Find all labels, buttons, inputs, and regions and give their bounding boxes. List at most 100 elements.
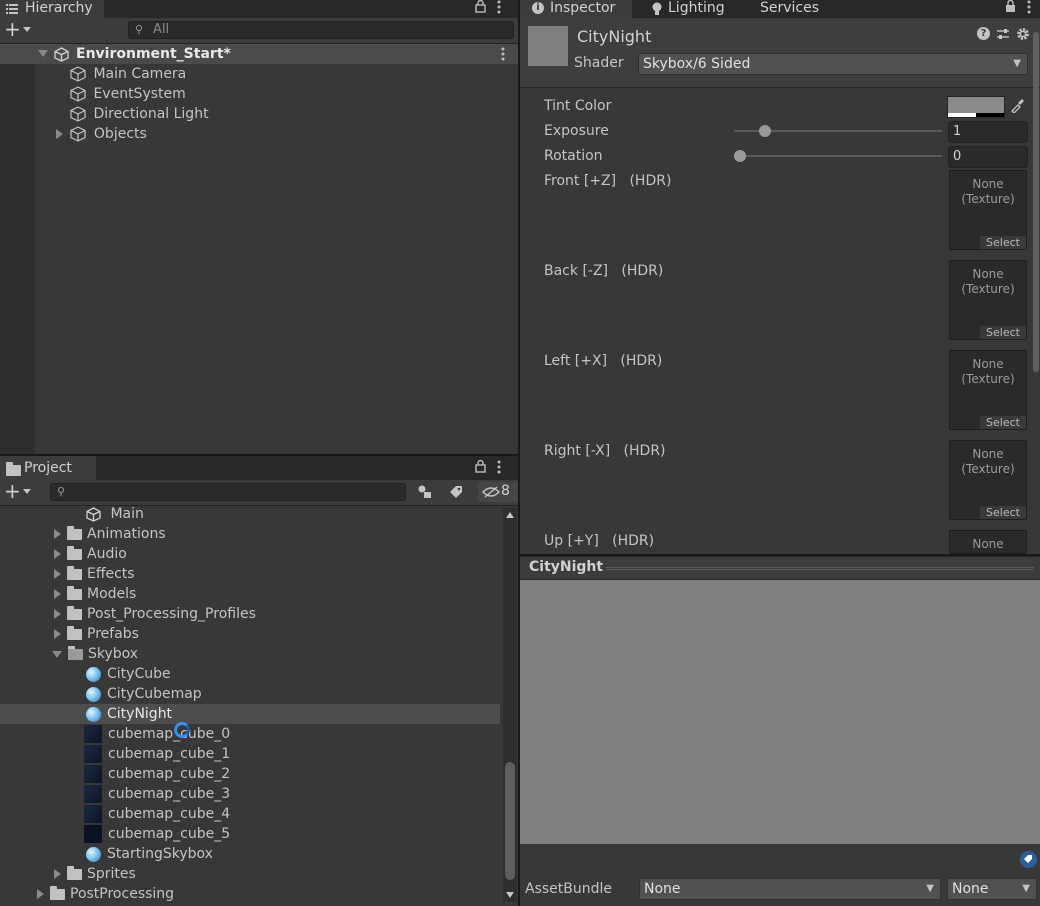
hierarchy-item[interactable]: Directional Light bbox=[70, 104, 510, 124]
assetbundle-dropdown[interactable]: None ▼ bbox=[639, 878, 941, 900]
material-preview[interactable] bbox=[520, 580, 1040, 844]
search-by-label-button[interactable] bbox=[444, 482, 470, 502]
expand-arrow-icon[interactable] bbox=[54, 869, 61, 879]
exposure-value: 1 bbox=[953, 124, 962, 139]
tree-item-label: cubemap_cube_5 bbox=[108, 826, 231, 842]
texture-select-button[interactable]: Select bbox=[980, 326, 1026, 339]
material-row[interactable]: CityCubemap bbox=[86, 684, 496, 704]
expand-arrow-icon[interactable] bbox=[37, 889, 44, 899]
folder-row-expanded[interactable]: Skybox bbox=[52, 644, 492, 664]
expand-arrow-icon[interactable] bbox=[38, 50, 48, 57]
folder-row[interactable]: Sprites bbox=[54, 864, 494, 884]
texture-row[interactable]: cubemap_cube_0 bbox=[84, 724, 494, 744]
scroll-down-icon[interactable] bbox=[506, 892, 514, 898]
material-row[interactable]: CityCube bbox=[86, 664, 496, 684]
texture-slot-front[interactable]: None (Texture) Select bbox=[949, 170, 1027, 250]
texture-select-button[interactable]: Select bbox=[980, 236, 1026, 249]
texture-select-button[interactable]: Select bbox=[980, 506, 1026, 519]
texture-slot-left[interactable]: None (Texture) Select bbox=[949, 350, 1027, 430]
texture-icon bbox=[84, 785, 102, 803]
add-dropdown-button[interactable]: + bbox=[3, 479, 35, 503]
inspector-scrollbar[interactable] bbox=[1032, 18, 1040, 554]
hierarchy-item[interactable]: Objects bbox=[56, 124, 510, 144]
material-row-selected[interactable]: CityNight bbox=[0, 704, 500, 724]
texture-slot-up[interactable]: None (Texture) bbox=[949, 530, 1027, 554]
asset-label-tag-icon[interactable] bbox=[1019, 851, 1038, 868]
folder-row[interactable]: Animations bbox=[54, 524, 494, 544]
hierarchy-item[interactable]: EventSystem bbox=[70, 84, 510, 104]
rotation-slider-thumb[interactable] bbox=[734, 150, 746, 162]
tree-item-label: Effects bbox=[87, 566, 135, 582]
texture-row[interactable]: cubemap_cube_3 bbox=[84, 784, 494, 804]
kebab-menu-icon[interactable] bbox=[497, 460, 501, 474]
expand-arrow-icon[interactable] bbox=[54, 529, 61, 539]
vertical-splitter[interactable] bbox=[518, 0, 520, 906]
exposure-field[interactable]: 1 bbox=[948, 121, 1028, 143]
exposure-slider[interactable] bbox=[734, 122, 942, 140]
expand-arrow-icon[interactable] bbox=[54, 629, 61, 639]
presets-sliders-icon[interactable] bbox=[996, 27, 1010, 41]
loading-cursor-icon bbox=[174, 722, 190, 738]
material-row[interactable]: StartingSkybox bbox=[86, 844, 496, 864]
lock-icon[interactable] bbox=[475, 0, 486, 13]
tab-hierarchy[interactable]: Hierarchy bbox=[0, 0, 104, 18]
scroll-up-icon[interactable] bbox=[506, 512, 514, 518]
folder-row[interactable]: Prefabs bbox=[54, 624, 494, 644]
lock-icon[interactable] bbox=[475, 460, 486, 473]
hidden-packages-toggle[interactable]: 8 bbox=[478, 482, 518, 502]
texture-slot-right[interactable]: None (Texture) Select bbox=[949, 440, 1027, 520]
lock-icon[interactable] bbox=[1005, 0, 1016, 13]
tab-inspector[interactable]: i Inspector bbox=[520, 0, 632, 18]
texture-select-button[interactable]: Select bbox=[980, 416, 1026, 429]
tab-lighting[interactable]: Lighting bbox=[642, 0, 733, 18]
project-scene-item[interactable]: Main bbox=[86, 504, 496, 524]
search-by-type-button[interactable] bbox=[412, 482, 438, 502]
expand-arrow-icon[interactable] bbox=[54, 569, 61, 579]
folder-row[interactable]: Effects bbox=[54, 564, 494, 584]
texture-row[interactable]: cubemap_cube_1 bbox=[84, 744, 494, 764]
scene-row[interactable]: Environment_Start* bbox=[0, 44, 518, 64]
collapse-arrow-icon[interactable] bbox=[52, 650, 62, 658]
rotation-field[interactable]: 0 bbox=[948, 146, 1028, 168]
kebab-menu-icon[interactable] bbox=[497, 0, 501, 14]
preview-header[interactable]: CityNight bbox=[520, 556, 1040, 580]
tab-project[interactable]: Project bbox=[0, 456, 96, 480]
chevron-down-icon: ▼ bbox=[926, 883, 934, 894]
kebab-menu-icon[interactable] bbox=[1027, 0, 1031, 14]
hierarchy-item[interactable]: Main Camera bbox=[70, 64, 510, 84]
scrollbar-thumb[interactable] bbox=[1033, 32, 1039, 372]
tint-color-field[interactable] bbox=[947, 96, 1005, 118]
gear-icon[interactable] bbox=[1016, 27, 1030, 41]
scrollbar-thumb[interactable] bbox=[505, 762, 515, 880]
texture-row[interactable]: cubemap_cube_2 bbox=[84, 764, 494, 784]
texture-row[interactable]: cubemap_cube_5 bbox=[84, 824, 494, 844]
project-search-input[interactable]: ⚲ bbox=[50, 483, 406, 501]
tab-services-label: Services bbox=[760, 0, 820, 16]
folder-row[interactable]: Models bbox=[54, 584, 494, 604]
expand-arrow-icon[interactable] bbox=[54, 589, 61, 599]
add-dropdown-button[interactable]: + bbox=[3, 17, 35, 41]
folder-row[interactable]: PostProcessing bbox=[37, 884, 477, 904]
expand-arrow-icon[interactable] bbox=[56, 129, 63, 139]
kebab-menu-icon[interactable] bbox=[501, 47, 505, 61]
texture-none-text: None (Texture) bbox=[961, 357, 1015, 386]
texture-row[interactable]: cubemap_cube_4 bbox=[84, 804, 494, 824]
shader-dropdown[interactable]: Skybox/6 Sided ▼ bbox=[638, 53, 1028, 75]
help-icon[interactable]: ? bbox=[977, 27, 990, 40]
eyedropper-icon[interactable] bbox=[1010, 99, 1024, 113]
hidden-count: 8 bbox=[501, 483, 510, 499]
shader-label: Shader bbox=[574, 55, 624, 71]
texture-slot-back[interactable]: None (Texture) Select bbox=[949, 260, 1027, 340]
expand-arrow-icon[interactable] bbox=[54, 609, 61, 619]
assetbundle-variant-dropdown[interactable]: None ▼ bbox=[947, 878, 1037, 900]
hierarchy-search-input[interactable]: ⚲ All bbox=[128, 21, 514, 39]
rotation-slider[interactable] bbox=[734, 147, 942, 165]
folder-row[interactable]: Post_Processing_Profiles bbox=[54, 604, 494, 624]
tab-services[interactable]: Services bbox=[752, 0, 827, 18]
hierarchy-item-label: Main Camera bbox=[93, 66, 187, 82]
expand-arrow-icon[interactable] bbox=[54, 549, 61, 559]
exposure-slider-thumb[interactable] bbox=[759, 125, 772, 137]
search-icon: ⚲ bbox=[135, 23, 144, 36]
project-scrollbar[interactable] bbox=[503, 508, 517, 902]
folder-row[interactable]: Audio bbox=[54, 544, 494, 564]
